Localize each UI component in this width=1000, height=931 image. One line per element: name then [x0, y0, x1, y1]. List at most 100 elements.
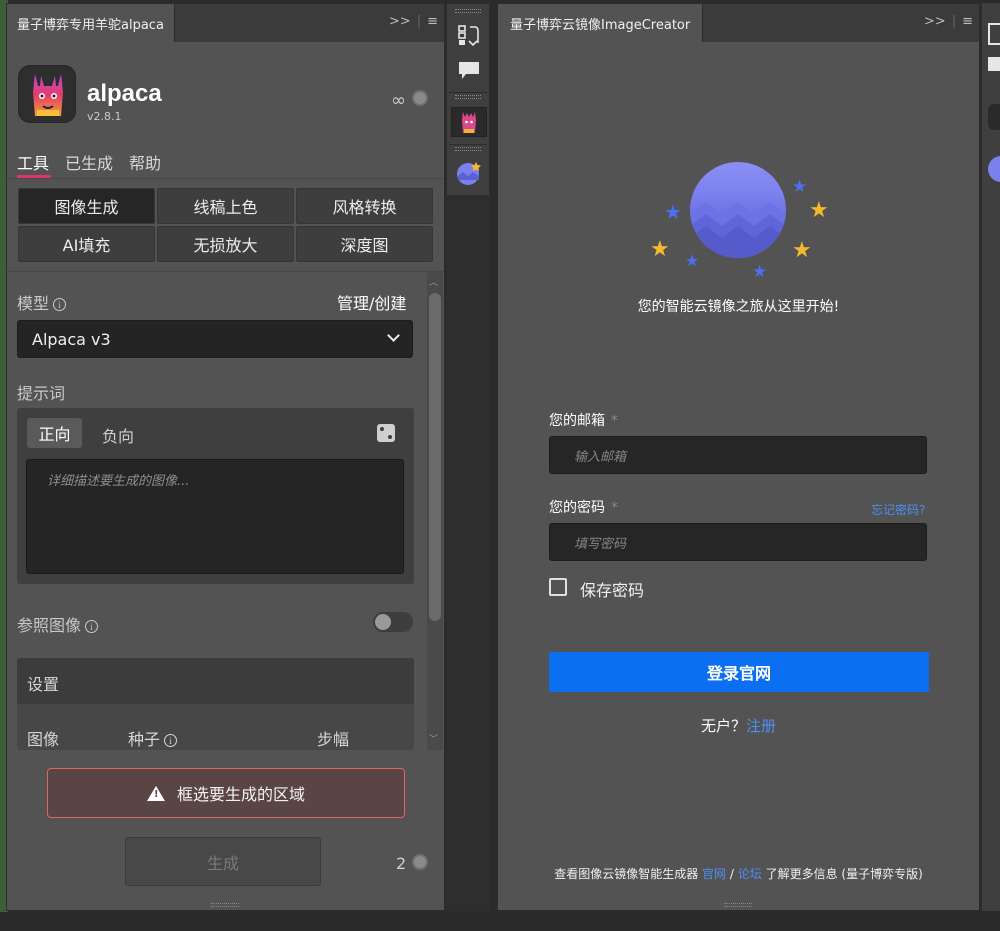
star-icon: ★: [809, 198, 829, 223]
footer-text: 查看图像云镜像智能生成器: [554, 867, 699, 881]
generate-button[interactable]: 生成: [125, 837, 321, 886]
warning-icon: !: [146, 785, 165, 801]
scroll-down-icon[interactable]: ﹀: [429, 732, 438, 745]
no-account-row: 无户？注册: [498, 715, 979, 736]
comment-icon[interactable]: [988, 57, 1000, 71]
model-select-value: Alpaca v3: [32, 329, 111, 349]
alpaca-logo: [18, 65, 76, 123]
settings-col-seed: 种子: [128, 730, 161, 749]
info-icon[interactable]: i: [53, 298, 67, 311]
star-icon: ★: [664, 200, 682, 224]
settings-col-steps: 步幅: [317, 730, 350, 749]
panel-menu-icon[interactable]: ≡: [427, 14, 438, 29]
tool-depth-map-button[interactable]: 深度图: [296, 226, 433, 262]
comment-icon[interactable]: [457, 58, 481, 82]
panel-resize-grip[interactable]: [724, 903, 752, 907]
tool-style-transfer-button[interactable]: 风格转换: [296, 188, 433, 224]
tool-lineart-color-button[interactable]: 线稿上色: [157, 188, 294, 224]
tab-help[interactable]: 帮助: [129, 150, 161, 174]
prompt-textarea[interactable]: 详细描述要生成的图像...: [26, 459, 404, 574]
ref-image-label: 参照图像: [17, 616, 82, 635]
right-dock-strip: [981, 3, 1000, 911]
tab-positive-prompt[interactable]: 正向: [27, 418, 82, 448]
toolbar-separator: [449, 144, 487, 145]
globe-icon: [690, 162, 786, 258]
model-label-row: 模型 i: [17, 290, 67, 314]
panel-tab-alpaca[interactable]: 量子博弈专用羊驼alpaca: [7, 4, 175, 42]
background-bottom-strip: [0, 912, 1000, 931]
tools-divider: [7, 271, 444, 272]
tab-tools[interactable]: 工具: [17, 150, 49, 174]
tool-image-generate-button[interactable]: 图像生成: [18, 188, 155, 224]
tagline: 您的智能云镜像之旅从这里开始!: [637, 299, 840, 315]
required-mark: *: [611, 413, 618, 429]
collapse-icon[interactable]: >>: [389, 14, 411, 29]
ref-image-toggle[interactable]: [373, 612, 413, 632]
model-select[interactable]: Alpaca v3: [17, 320, 413, 358]
forum-link[interactable]: 论坛: [738, 867, 762, 881]
official-site-link[interactable]: 官网: [702, 867, 726, 881]
toolbar-grip[interactable]: [455, 147, 481, 151]
app-title: alpaca: [87, 80, 162, 107]
manage-create-link[interactable]: 管理/创建: [337, 290, 406, 314]
prompt-box: 正向 负向 详细描述要生成的图像...: [17, 408, 414, 584]
scrollbar-thumb[interactable]: [429, 293, 441, 621]
email-label: 您的邮箱: [549, 413, 605, 429]
alpaca-panel: 量子博弈专用羊驼alpaca >> | ≡ alpaca v2.8.1 ∞ 工具: [6, 3, 445, 911]
app-version: v2.8.1: [87, 110, 122, 123]
required-mark: *: [611, 500, 618, 516]
history-icon[interactable]: [457, 23, 481, 47]
status-indicator: [412, 90, 428, 106]
settings-header[interactable]: 设置: [17, 658, 414, 704]
imagecreator-dock-icon[interactable]: [456, 160, 482, 186]
select-region-warning: ! 框选要生成的区域: [47, 768, 405, 818]
register-link[interactable]: 注册: [746, 717, 776, 735]
settings-col-seed-row: 种子 i: [128, 726, 178, 750]
dice-icon[interactable]: [377, 424, 395, 442]
email-label-row: 您的邮箱 *: [549, 410, 618, 430]
login-button[interactable]: 登录官网: [549, 652, 929, 692]
alpaca-dock-icon[interactable]: [451, 107, 487, 137]
prompt-label: 提示词: [17, 384, 66, 403]
imagecreator-dock-icon[interactable]: [988, 156, 1000, 182]
panel-header: 量子博弈专用羊驼alpaca >> | ≡: [7, 4, 444, 42]
active-tab-indicator: [17, 175, 51, 178]
email-field[interactable]: 输入邮箱: [549, 436, 927, 474]
settings-col-image: 图像: [27, 730, 60, 749]
chevron-down-icon: [387, 329, 400, 342]
toolbar-grip[interactable]: [455, 9, 481, 13]
no-account-text: 无户？: [700, 717, 746, 735]
alpaca-dock-icon[interactable]: [988, 104, 1000, 130]
footer-separator: /: [729, 867, 734, 881]
tab-generated[interactable]: 已生成: [65, 150, 113, 174]
forgot-password-link[interactable]: 忘记密码?: [871, 501, 925, 518]
tool-ai-fill-button[interactable]: AI填充: [18, 226, 155, 262]
toolbar-grip[interactable]: [455, 95, 481, 99]
history-icon[interactable]: [988, 23, 1000, 45]
panel-resize-grip[interactable]: [211, 903, 239, 907]
remember-password-checkbox[interactable]: [549, 578, 567, 596]
imagecreator-panel: 量子博弈云镜像ImageCreator >> | ≡ ★ ★ ★ ★ ★ ★ ★…: [497, 3, 980, 911]
tab-negative-prompt[interactable]: 负向: [102, 423, 134, 447]
tool-upscale-button[interactable]: 无损放大: [157, 226, 294, 262]
nav-divider: [7, 178, 444, 179]
star-icon: ★: [650, 237, 670, 262]
info-icon[interactable]: i: [85, 620, 99, 633]
star-icon: ★: [792, 238, 812, 263]
hero-illustration: ★ ★ ★ ★ ★ ★ ★: [498, 4, 979, 304]
dock-empty-area: [446, 196, 490, 911]
header-separator: |: [416, 14, 422, 29]
scroll-up-icon[interactable]: ︿: [429, 275, 438, 288]
generate-count: 2: [396, 854, 407, 873]
settings-section: 设置 图像 种子 i 步幅: [17, 658, 414, 750]
remember-password-label[interactable]: 保存密码: [580, 577, 644, 601]
password-field[interactable]: 填写密码: [549, 523, 927, 561]
star-icon: ★: [792, 177, 808, 197]
panel-dock-toolbar: [446, 3, 490, 196]
star-icon: ★: [752, 262, 768, 282]
star-icon: ★: [685, 251, 700, 270]
info-icon[interactable]: i: [164, 734, 178, 747]
model-label: 模型: [17, 294, 50, 313]
toolbar-separator: [449, 92, 487, 93]
password-label: 您的密码: [549, 500, 605, 516]
